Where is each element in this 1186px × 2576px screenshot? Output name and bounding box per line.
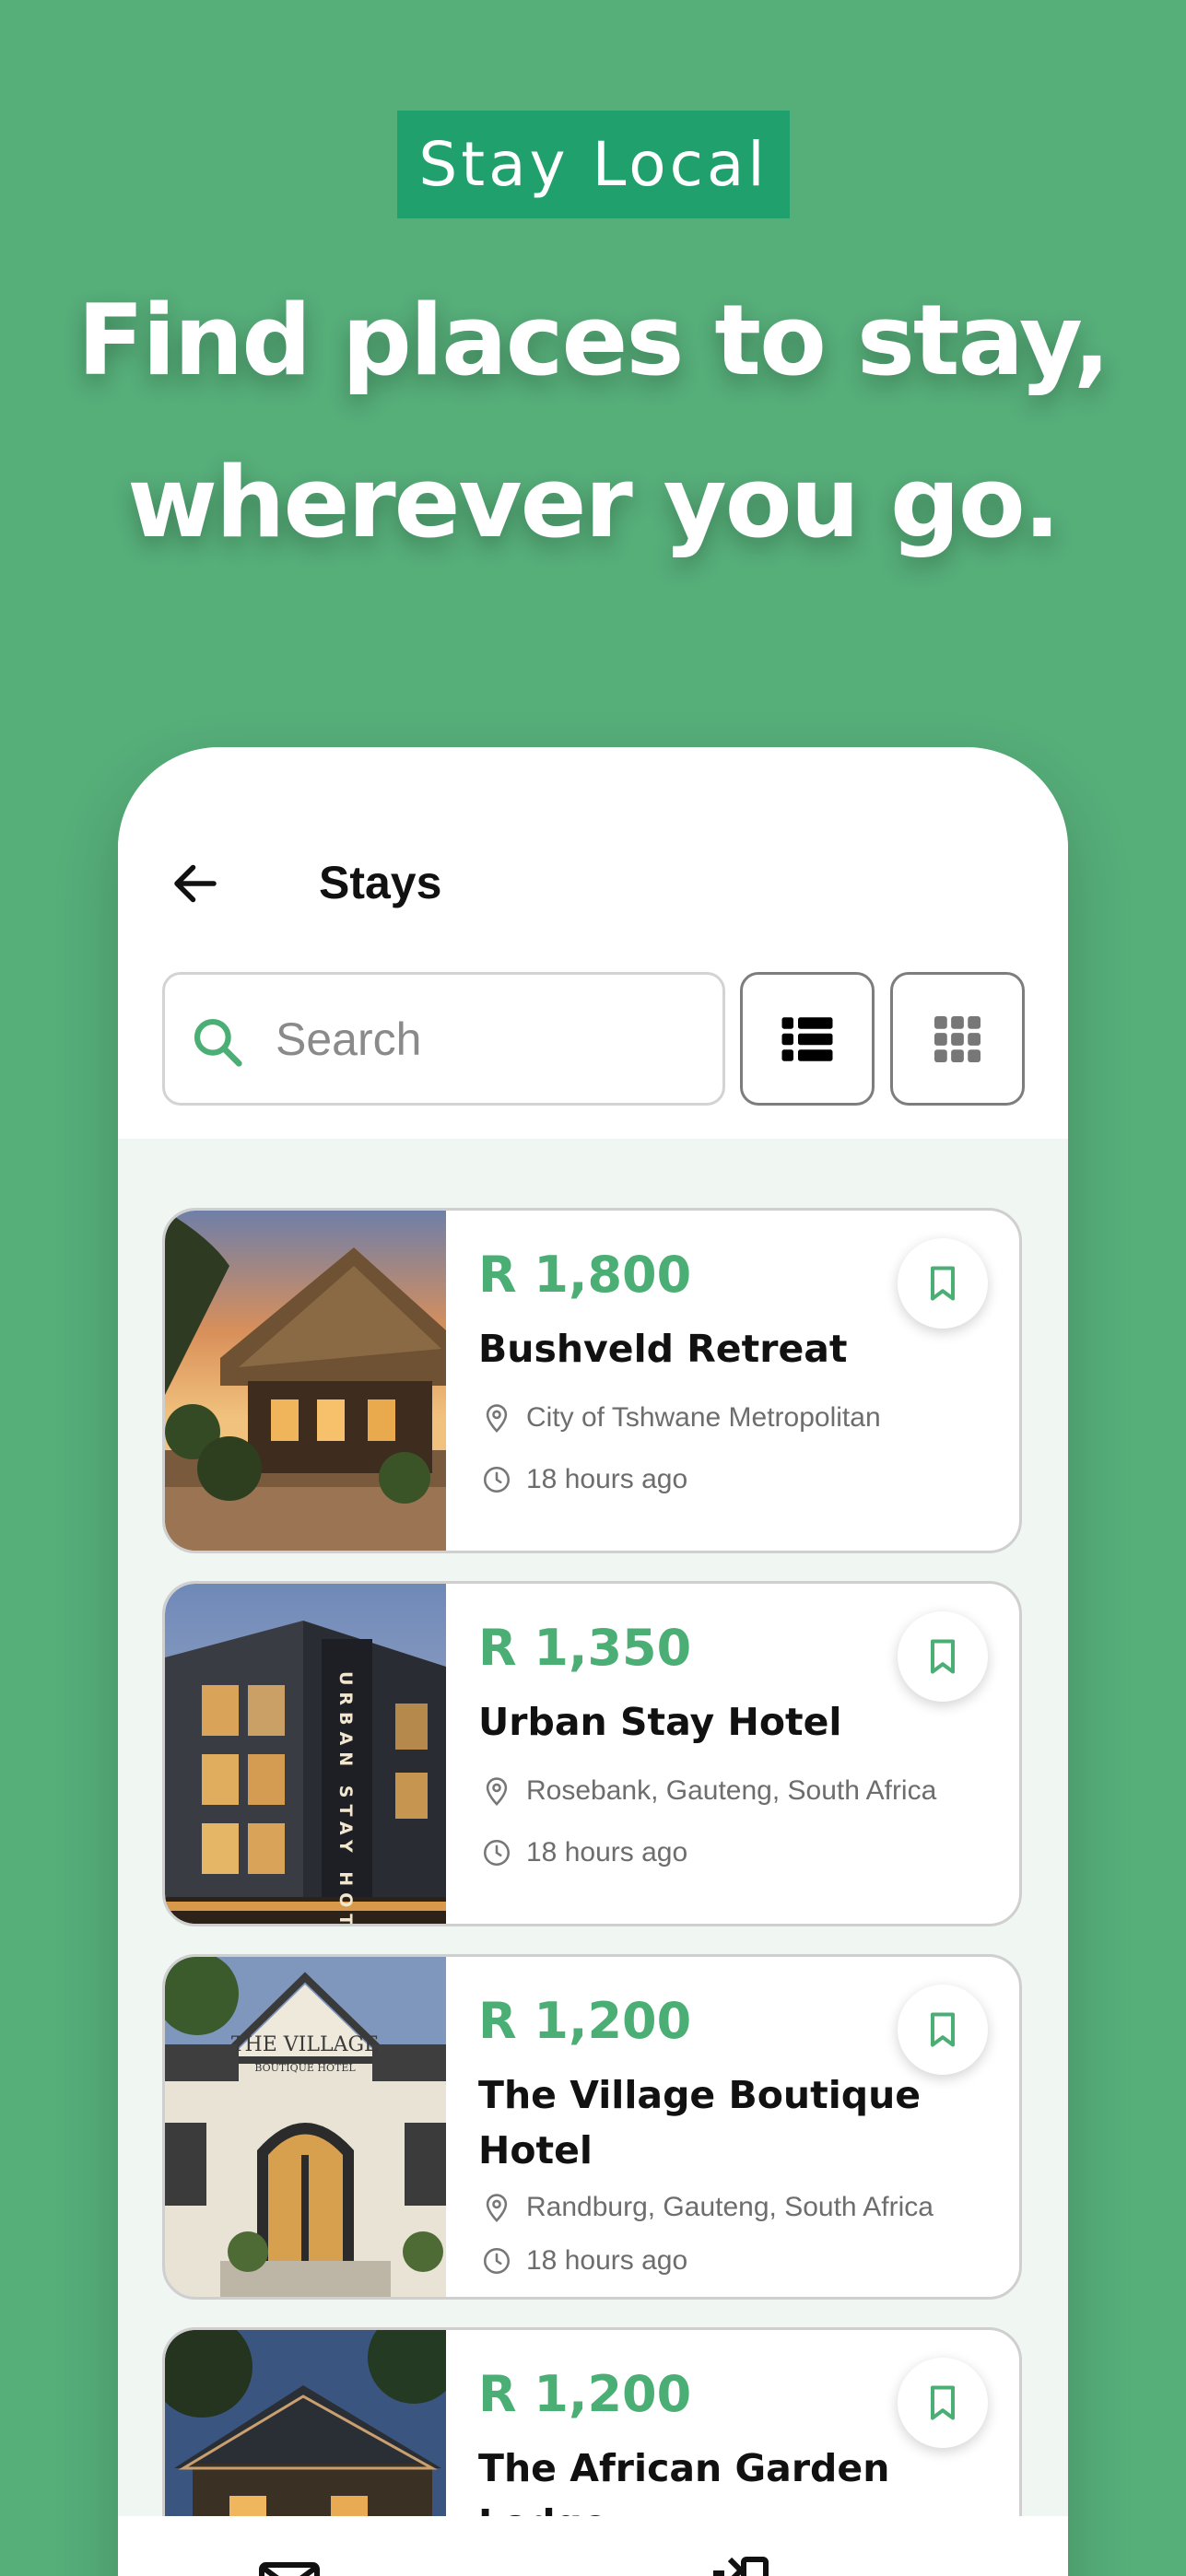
village-sign-line-2: BOUTIQUE HOTEL [254,2062,356,2074]
listing-name: The Village Boutique Hotel [478,2073,922,2172]
bookmark-icon [930,1266,956,1301]
listing-photo [165,1211,446,1551]
search-input[interactable] [276,1001,699,1078]
bookmark-button[interactable] [898,2358,988,2448]
listing-time-text: 18 hours ago [526,1837,688,1868]
listing-location: Rosebank, Gauteng, South Africa [478,1773,936,1809]
listing-name: Urban Stay Hotel [478,1700,842,1744]
clock-icon [478,1461,515,1498]
clock-icon [478,2242,515,2279]
bookmark-button[interactable] [898,1611,988,1702]
stay-local-badge: Stay Local [397,111,790,218]
listing-name: Bushveld Retreat [478,1327,848,1371]
listing-card-urban-stay-hotel[interactable]: URBAN STAY HOTEL R 1,350 Urban Stay Hote… [162,1581,1022,1926]
bookmark-icon [930,2385,956,2420]
listing-time-text: 18 hours ago [526,1464,688,1494]
listing-price: R 1,800 [478,1246,692,1304]
headline-line-1: Find places to stay, [76,284,1110,397]
back-arrow-icon [174,864,217,903]
headline-line-2: wherever you go. [127,446,1061,559]
listing-card-bushveld-retreat[interactable]: R 1,800 Bushveld Retreat City of Tshwane… [162,1208,1022,1553]
listing-photo: URBAN STAY HOTEL [165,1584,446,1924]
bookmark-icon [930,1639,956,1674]
listing-location-text: Randburg, Gauteng, South Africa [526,2192,934,2222]
bottom-navigation [118,2516,1068,2576]
listing-location: Randburg, Gauteng, South Africa [478,2189,934,2226]
listing-time: 18 hours ago [478,1834,687,1871]
list-view-icon [781,1016,833,1061]
listing-price: R 1,350 [478,1619,692,1677]
bookmark-button[interactable] [898,1238,988,1329]
urban-sign-text: URBAN STAY HOTEL [335,1671,356,1924]
location-pin-icon [478,2189,515,2226]
listing-price: R 1,200 [478,1992,692,2050]
share-icon[interactable] [708,2551,774,2576]
village-sign-line-1: THE VILLAGE [231,2033,379,2056]
search-icon [194,1018,242,1067]
listing-card-village-boutique-hotel[interactable]: THE VILLAGE BOUTIQUE HOTEL R 1,200 The V… [162,1954,1022,2300]
promo-headline: Find places to stay, wherever you go. [0,260,1186,584]
listing-location: City of Tshwane Metropolitan [478,1399,881,1436]
location-pin-icon [478,1773,515,1809]
grid-view-icon [934,1015,981,1062]
phone-mockup: Stays Search R 1,800 Bushveld Retreat Ci… [118,747,1068,2576]
bookmark-icon [930,2012,956,2047]
list-view-button[interactable] [740,972,875,1106]
search-bar[interactable] [162,972,725,1106]
listing-photo: THE VILLAGE BOUTIQUE HOTEL [165,1957,446,2297]
screen-title: Stays [319,857,442,908]
mail-icon[interactable] [256,2551,323,2576]
listing-time-text: 18 hours ago [526,2245,688,2276]
back-button[interactable] [162,850,229,917]
listing-location-text: City of Tshwane Metropolitan [526,1402,881,1433]
location-pin-icon [478,1399,515,1436]
bookmark-button[interactable] [898,1985,988,2075]
listing-time: 18 hours ago [478,1461,687,1498]
listing-location-text: Rosebank, Gauteng, South Africa [526,1775,937,1806]
listing-time: 18 hours ago [478,2242,687,2279]
promo-screen: Stay Local Find places to stay, wherever… [0,0,1186,2576]
clock-icon [478,1834,515,1871]
app-bar: Stays [118,747,1068,1139]
listing-price: R 1,200 [478,2365,692,2423]
grid-view-button[interactable] [890,972,1025,1106]
